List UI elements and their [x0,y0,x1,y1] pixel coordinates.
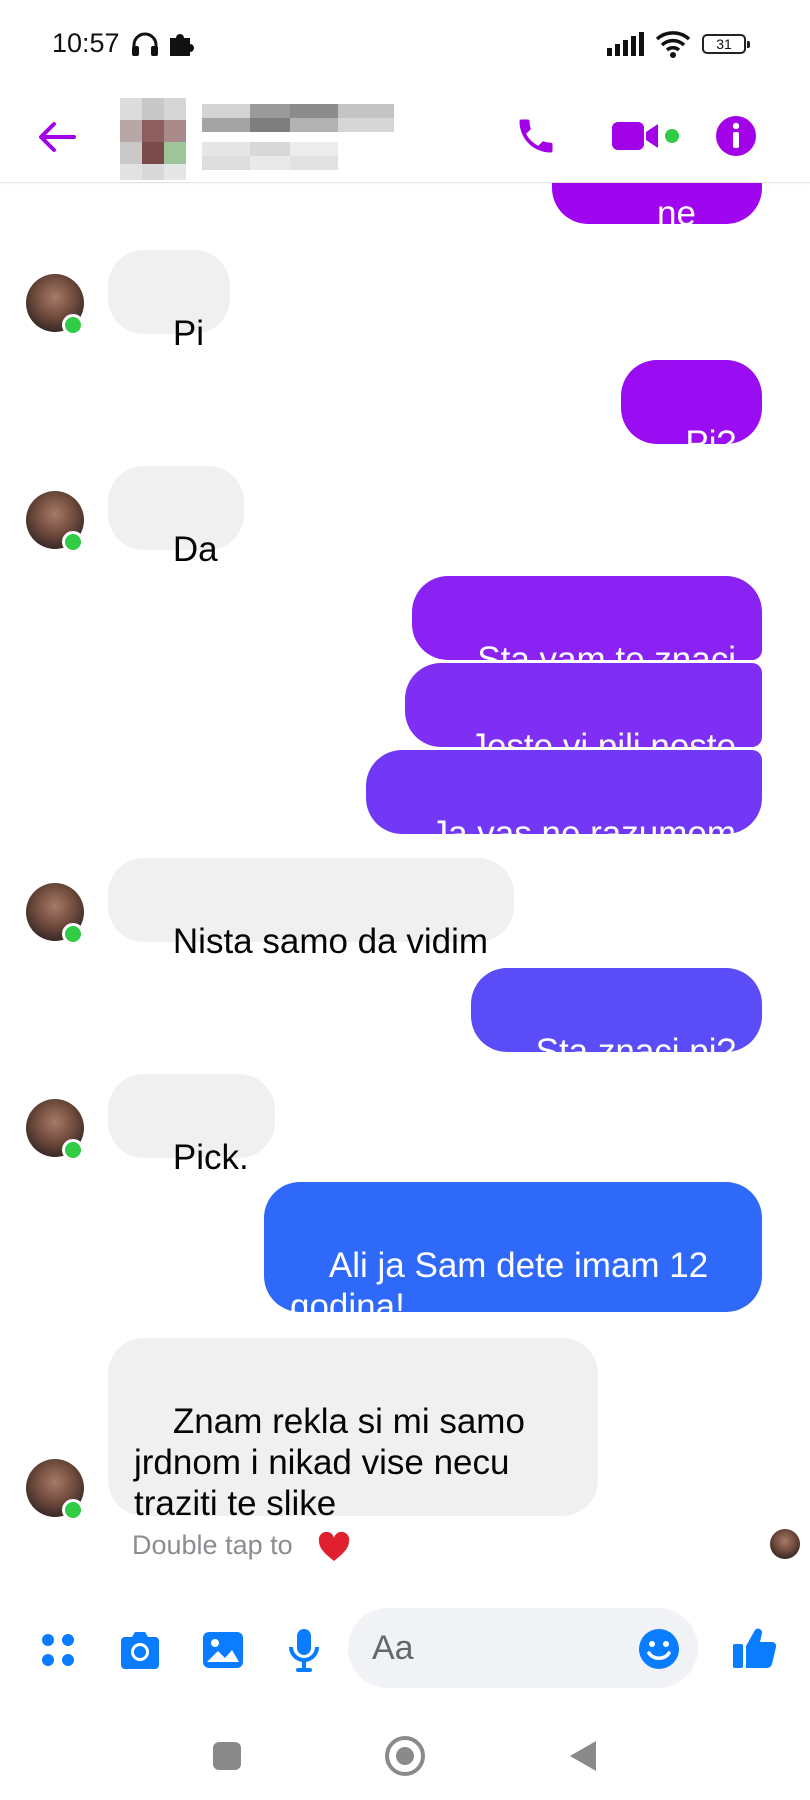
message-text: Pi [172,314,205,353]
incoming-message[interactable]: Nista samo da vidim [108,858,515,961]
online-indicator [62,314,84,336]
outgoing-message[interactable]: Jeste vi pili nesto [404,663,762,766]
outgoing-message[interactable]: Sta znaci pi? [470,968,762,1071]
conversation-header [0,90,810,183]
incoming-message[interactable]: Znam rekla si mi samo jrdnom i nikad vis… [108,1338,598,1523]
microphone-icon[interactable] [280,1626,328,1674]
seen-avatar [770,1529,800,1559]
apps-grid-icon[interactable] [34,1626,82,1674]
message-text: Ja vas ne razumem [430,814,736,853]
outgoing-message[interactable]: Ali ja Sam dete imam 12 godina! [264,1182,762,1326]
incoming-message[interactable]: Da [108,466,244,569]
message-text: Nista samo da vidim [172,922,489,961]
composer-bar [0,1598,810,1698]
back-triangle-icon[interactable] [557,1730,609,1782]
home-circle-icon[interactable] [379,1730,431,1782]
video-camera-icon[interactable] [610,112,682,160]
message-text: Pi? [685,424,736,463]
heart-icon[interactable] [318,1531,350,1567]
redacted-contact-info[interactable] [120,90,400,182]
reaction-hint: Double tap to [132,1530,293,1560]
system-nav-bar [0,1710,810,1800]
image-icon[interactable] [199,1626,247,1674]
message-text: Znam rekla si mi samo jrdnom i nikad vis… [134,1402,535,1523]
message-text: Sta znaci pi? [535,1032,736,1071]
incoming-message[interactable]: Pi [108,250,231,353]
phone-icon[interactable] [512,112,560,160]
info-icon[interactable] [712,112,760,160]
outgoing-message[interactable]: Pi? [620,360,762,463]
incoming-message[interactable]: Pick. [108,1074,275,1177]
headphones-icon [130,30,160,63]
online-indicator [62,923,84,945]
thumbs-up-icon[interactable] [730,1624,780,1674]
message-text: Ali ja Sam dete imam 12 godina! [290,1246,718,1326]
recents-square-icon[interactable] [201,1730,253,1782]
puzzle-icon [168,30,194,63]
message-text: ne znam [614,194,706,274]
outgoing-message[interactable]: Sta vam to znaci [412,576,762,679]
online-indicator [62,1139,84,1161]
back-arrow-icon[interactable] [36,116,78,158]
status-bar: 10:57 31 [0,0,810,90]
online-indicator [62,531,84,553]
wifi-icon [655,30,691,63]
status-time: 10:57 [52,28,120,58]
online-indicator [62,1499,84,1521]
signal-icon [607,32,645,61]
emoji-icon[interactable] [638,1628,680,1670]
message-text: Pick. [172,1138,249,1177]
battery-icon: 31 [702,34,750,54]
outgoing-message[interactable]: Ja vas ne razumem [365,750,762,853]
camera-icon[interactable] [116,1626,164,1674]
message-text: Da [172,530,218,569]
